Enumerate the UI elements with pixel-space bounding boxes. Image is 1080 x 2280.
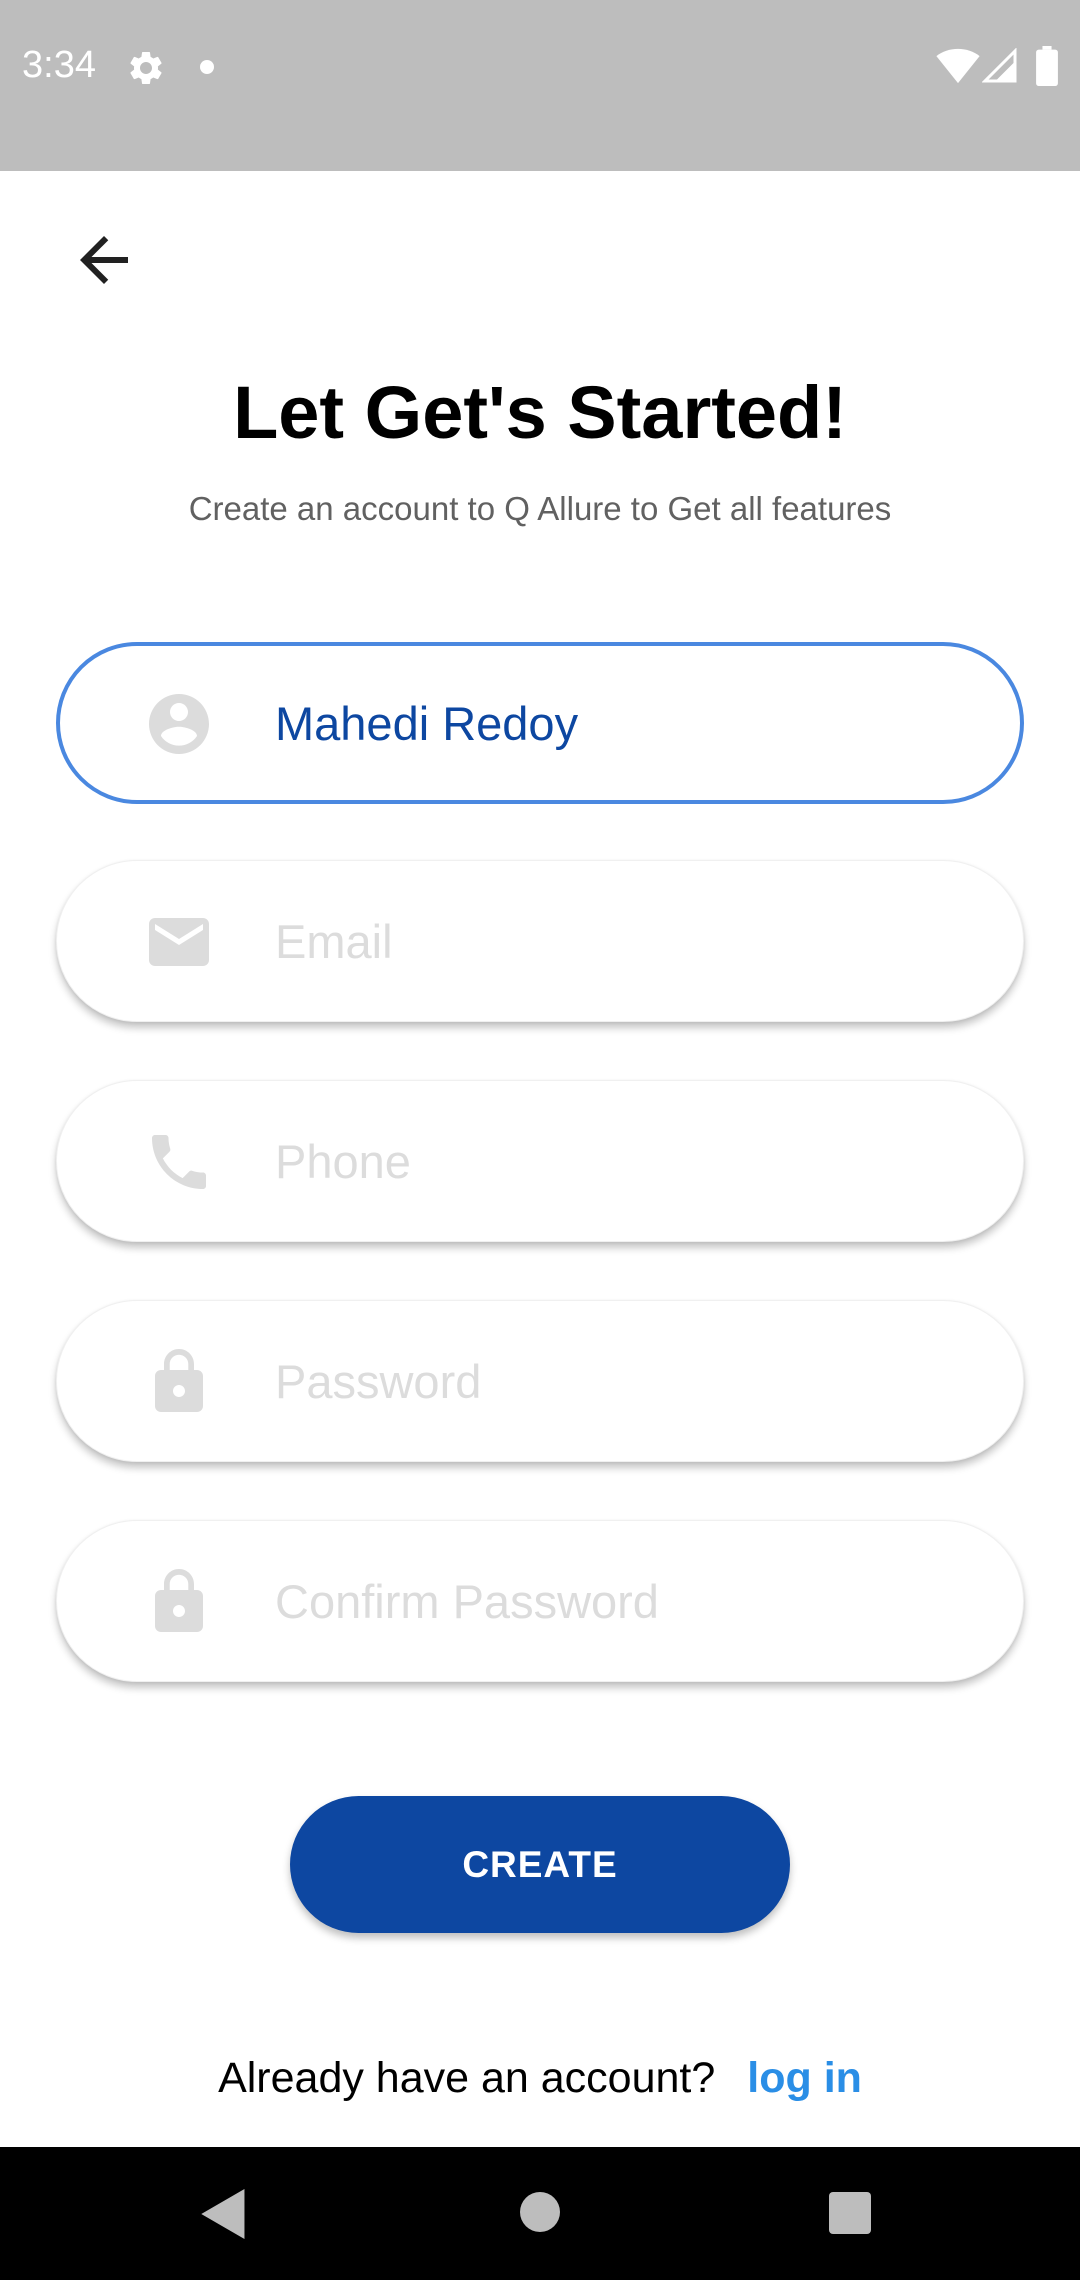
settings-gear-icon	[130, 51, 162, 84]
phone-input[interactable]	[275, 1121, 975, 1201]
password-field[interactable]	[56, 1300, 1024, 1462]
phone-icon	[152, 1135, 206, 1189]
arrow-back-icon	[80, 236, 128, 284]
name-field[interactable]	[56, 642, 1024, 804]
email-input[interactable]	[275, 901, 975, 981]
person-icon	[149, 694, 209, 754]
login-link[interactable]: log in	[747, 2054, 862, 2102]
sign-up-screen: 3:34 Let Get's Started! Create an accoun…	[0, 0, 1080, 2280]
status-bar: 3:34	[0, 0, 1080, 171]
phone-field[interactable]	[56, 1080, 1024, 1242]
wifi-icon	[936, 48, 980, 84]
back-button[interactable]	[56, 212, 152, 308]
page-title: Let Get's Started!	[233, 371, 847, 454]
login-prompt-text: Already have an account?	[218, 2054, 716, 2102]
name-input[interactable]	[275, 683, 975, 763]
confirm-password-input[interactable]	[275, 1561, 975, 1641]
notification-dot-icon	[200, 60, 214, 74]
page-subtitle: Create an account to Q Allure to Get all…	[188, 490, 892, 527]
system-nav-bar	[0, 2147, 1080, 2280]
lock-icon	[155, 1349, 203, 1412]
confirm-password-field[interactable]	[56, 1520, 1024, 1682]
status-time: 3:34	[22, 44, 96, 86]
nav-back-icon[interactable]	[200, 2189, 248, 2239]
battery-icon	[1036, 46, 1058, 86]
nav-recents-icon[interactable]	[829, 2192, 871, 2234]
email-field[interactable]	[56, 860, 1024, 1022]
lock-icon	[155, 1569, 203, 1632]
create-button[interactable]: CREATE	[290, 1796, 790, 1933]
mail-icon	[149, 918, 209, 966]
nav-home-icon[interactable]	[520, 2192, 560, 2232]
cell-signal-icon	[982, 48, 1017, 83]
login-prompt: Already have an account? log in	[0, 2054, 1080, 2103]
password-input[interactable]	[275, 1341, 975, 1421]
